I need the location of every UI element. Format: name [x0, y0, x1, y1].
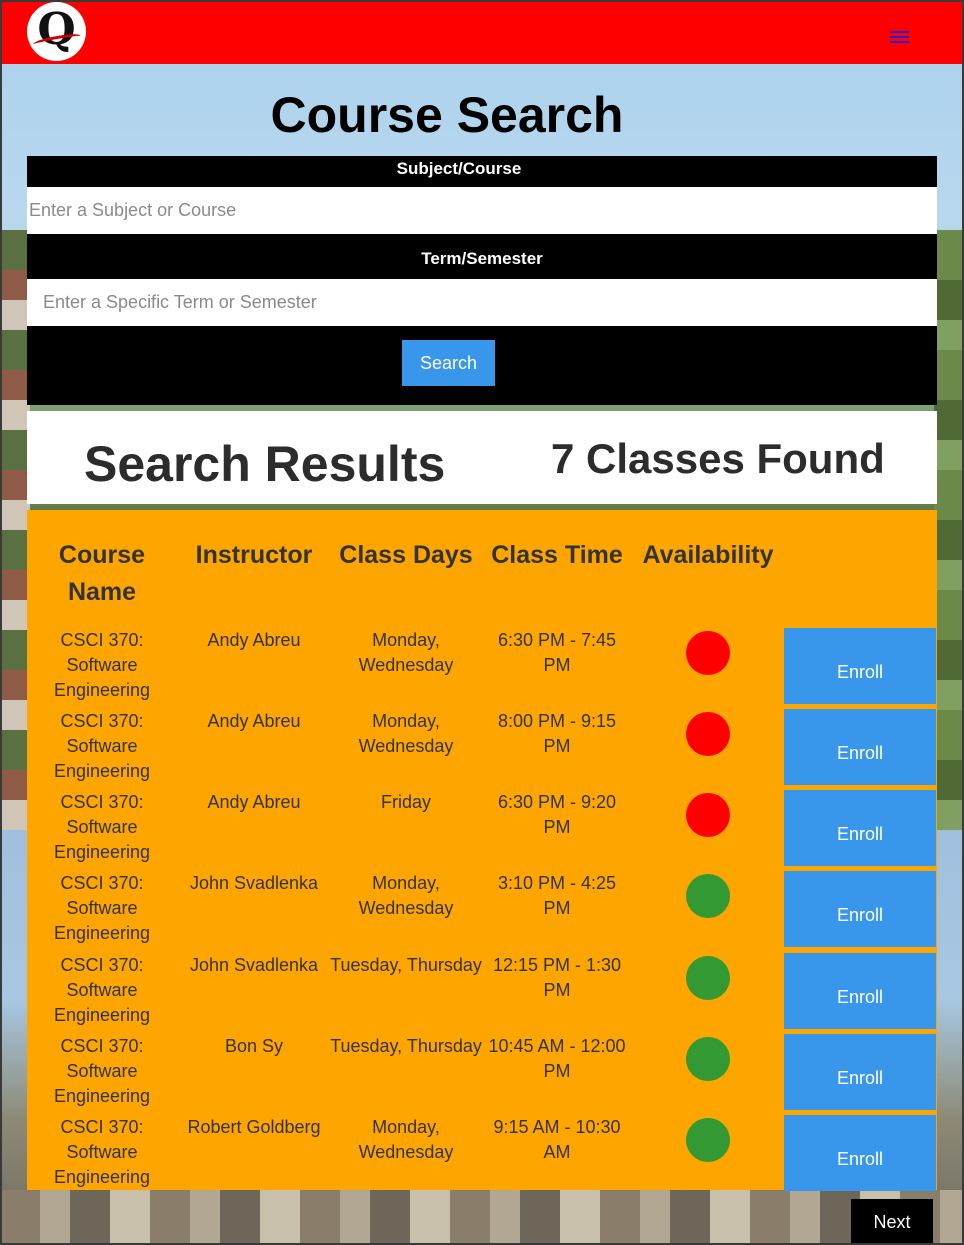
term-label: Term/Semester: [421, 249, 543, 268]
instructor-cell: John Svadlenka: [189, 873, 319, 893]
subject-label: Subject/Course: [396, 159, 522, 178]
hamburger-line: [890, 41, 909, 43]
class-days-cell: Tuesday, Thursday: [330, 1036, 482, 1056]
column-header-class-time: Class Time: [491, 541, 623, 569]
column-header-availability: Availability: [642, 541, 774, 569]
availability-indicator: [686, 793, 730, 837]
table-row: CSCI 370: Software Engineering Bon Sy Tu…: [27, 1034, 937, 1110]
results-title: Search Results: [84, 436, 446, 492]
class-days-cell: Tuesday, Thursday: [330, 955, 482, 975]
results-count: 7 Classes Found: [551, 435, 885, 482]
results-table: Course Name Instructor Class Days Class …: [27, 510, 937, 1191]
enroll-button[interactable]: Enroll: [784, 953, 936, 1029]
table-row: CSCI 370: Software Engineering Robert Go…: [27, 1115, 937, 1191]
instructor-cell: Andy Abreu: [207, 630, 301, 650]
background-buildings-left: [0, 230, 30, 830]
instructor-cell: Bon Sy: [224, 1036, 284, 1056]
class-days-cell: Monday, Wednesday: [358, 711, 454, 756]
course-name-cell: CSCI 370: Software Engineering: [53, 955, 151, 1025]
table-row: CSCI 370: Software Engineering John Svad…: [27, 953, 937, 1029]
next-page-button[interactable]: Next: [851, 1199, 933, 1245]
column-header-class-days: Class Days: [339, 541, 473, 569]
results-header: Search Results 7 Classes Found: [27, 411, 937, 504]
enroll-button[interactable]: Enroll: [784, 790, 936, 866]
background-rooftops: [0, 1190, 964, 1245]
search-button[interactable]: Search: [402, 340, 495, 386]
instructor-cell: Robert Goldberg: [187, 1117, 321, 1137]
column-header-course-name: Course Name: [58, 541, 146, 606]
enroll-button[interactable]: Enroll: [784, 709, 936, 785]
term-input[interactable]: [27, 279, 937, 326]
enroll-button[interactable]: Enroll: [784, 1115, 936, 1191]
class-time-cell: 10:45 AM - 12:00 PM: [488, 1036, 626, 1081]
course-name-cell: CSCI 370: Software Engineering: [53, 1117, 151, 1187]
instructor-cell: Andy Abreu: [207, 711, 301, 731]
course-name-cell: CSCI 370: Software Engineering: [53, 630, 151, 700]
enroll-button[interactable]: Enroll: [784, 1034, 936, 1110]
availability-indicator: [686, 712, 730, 756]
class-days-cell: Friday: [380, 792, 431, 812]
subject-input[interactable]: [27, 187, 937, 234]
top-navbar: Q: [0, 0, 964, 64]
enroll-button[interactable]: Enroll: [784, 628, 936, 704]
availability-indicator: [686, 956, 730, 1000]
search-form: Subject/Course Term/Semester Search: [27, 156, 937, 405]
background-trees-right: [934, 230, 964, 830]
course-name-cell: CSCI 370: Software Engineering: [53, 711, 151, 781]
availability-indicator: [686, 874, 730, 918]
hamburger-line: [890, 31, 909, 33]
course-name-cell: CSCI 370: Software Engineering: [53, 792, 151, 862]
column-header-instructor: Instructor: [195, 541, 313, 569]
class-days-cell: Monday, Wednesday: [358, 1117, 454, 1162]
class-time-cell: 3:10 PM - 4:25 PM: [497, 873, 617, 918]
class-time-cell: 6:30 PM - 7:45 PM: [497, 630, 617, 675]
enroll-button[interactable]: Enroll: [784, 871, 936, 947]
availability-indicator: [686, 631, 730, 675]
page-title: Course Search: [270, 87, 624, 143]
hamburger-line: [890, 36, 909, 38]
availability-indicator: [686, 1037, 730, 1081]
course-name-cell: CSCI 370: Software Engineering: [53, 1036, 151, 1106]
instructor-cell: John Svadlenka: [189, 955, 319, 975]
class-time-cell: 9:15 AM - 10:30 AM: [493, 1117, 621, 1162]
table-row: CSCI 370: Software Engineering Andy Abre…: [27, 628, 937, 704]
table-row: CSCI 370: Software Engineering Andy Abre…: [27, 790, 937, 866]
availability-indicator: [686, 1118, 730, 1162]
class-time-cell: 6:30 PM - 9:20 PM: [497, 792, 617, 837]
logo-letter: Q: [37, 4, 76, 55]
class-time-cell: 12:15 PM - 1:30 PM: [492, 955, 622, 1000]
course-name-cell: CSCI 370: Software Engineering: [53, 873, 151, 943]
instructor-cell: Andy Abreu: [207, 792, 301, 812]
table-row: CSCI 370: Software Engineering John Svad…: [27, 871, 937, 947]
class-days-cell: Monday, Wednesday: [358, 873, 454, 918]
hamburger-menu-icon[interactable]: [890, 31, 909, 45]
college-logo[interactable]: Q: [27, 2, 86, 61]
table-row: CSCI 370: Software Engineering Andy Abre…: [27, 709, 937, 785]
class-days-cell: Monday, Wednesday: [358, 630, 454, 675]
class-time-cell: 8:00 PM - 9:15 PM: [497, 711, 617, 756]
